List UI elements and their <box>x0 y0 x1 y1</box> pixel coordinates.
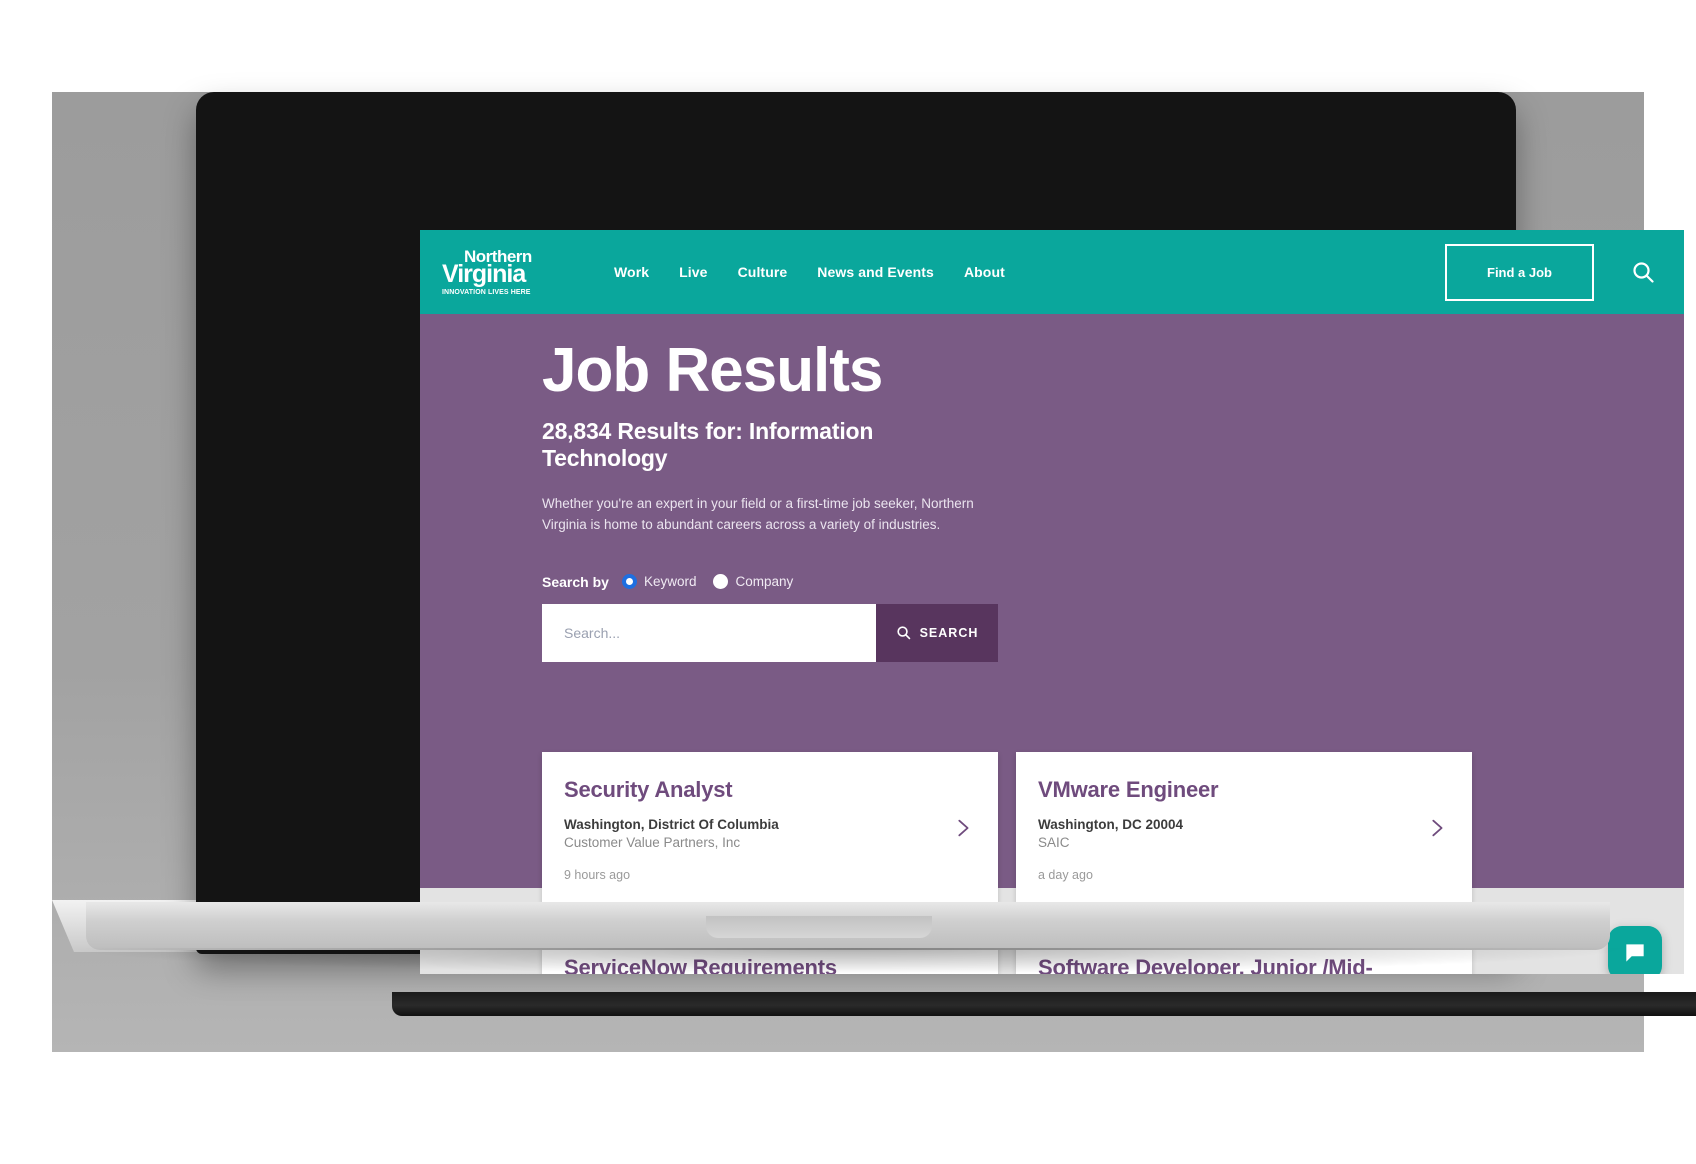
northern-virginia-logo[interactable]: Northern Virginia INNOVATION LIVES HERE <box>442 248 538 296</box>
nav-item-work[interactable]: Work <box>614 264 649 280</box>
job-company: Customer Value Partners, Inc <box>564 834 741 850</box>
find-a-job-button[interactable]: Find a Job <box>1445 243 1594 301</box>
laptop-mockup: Northern Virginia INNOVATION LIVES HERE … <box>0 0 1696 1164</box>
radio-option-keyword[interactable]: Keyword <box>621 574 697 590</box>
laptop-shadow <box>60 948 1636 974</box>
hero-inner: Job Results 28,834 Results for: Informat… <box>420 340 1684 662</box>
job-location: Washington, District Of Columbia <box>564 816 779 832</box>
laptop-lid: Northern Virginia INNOVATION LIVES HERE … <box>196 92 1696 1016</box>
job-card[interactable]: VMware Engineer Washington, DC 20004 SAI… <box>1016 752 1472 904</box>
search-submit-label: SEARCH <box>919 625 979 640</box>
search-submit-button[interactable]: SEARCH <box>876 603 998 662</box>
nav-item-news-and-events[interactable]: News and Events <box>817 264 934 280</box>
logo-line-virginia: Virginia <box>442 260 526 288</box>
laptop-screen: Northern Virginia INNOVATION LIVES HERE … <box>420 230 1684 974</box>
job-posted-time: a day ago <box>1038 867 1093 882</box>
chevron-right-icon[interactable] <box>952 817 974 839</box>
nav-item-about[interactable]: About <box>964 264 1005 280</box>
radio-dot-keyword[interactable] <box>621 574 637 590</box>
search-input[interactable] <box>542 603 876 662</box>
job-location: Washington, DC 20004 <box>1038 816 1184 832</box>
radio-option-company[interactable]: Company <box>713 574 794 590</box>
header-actions: Find a Job <box>1445 243 1684 301</box>
page-title: Job Results <box>542 336 883 405</box>
job-title: VMware Engineer <box>1038 777 1219 802</box>
nav-item-culture[interactable]: Culture <box>738 264 788 280</box>
search-by-label: Search by <box>542 573 609 590</box>
laptop-trackpad-notch <box>706 916 932 938</box>
hero-description: Whether you're an expert in your field o… <box>542 495 974 532</box>
radio-label-company: Company <box>735 574 794 590</box>
results-count-heading: 28,834 Results for: Information Technolo… <box>542 418 874 471</box>
chevron-right-icon[interactable] <box>1426 817 1448 839</box>
website-page: Northern Virginia INNOVATION LIVES HERE … <box>420 230 1684 974</box>
search-icon <box>1633 262 1654 283</box>
search-icon <box>896 626 910 640</box>
laptop-hinge <box>392 992 1696 1016</box>
logo-tagline: INNOVATION LIVES HERE <box>442 289 531 296</box>
search-by-row: Search by Keyword Company <box>542 574 1684 590</box>
nav-item-live[interactable]: Live <box>679 264 707 280</box>
radio-dot-company[interactable] <box>713 574 729 590</box>
header-search-button[interactable] <box>1626 255 1660 289</box>
site-header: Northern Virginia INNOVATION LIVES HERE … <box>420 230 1684 314</box>
job-card[interactable]: Security Analyst Washington, District Of… <box>542 752 998 904</box>
primary-nav: Work Live Culture News and Events About <box>614 264 1005 280</box>
job-posted-time: 9 hours ago <box>564 867 631 882</box>
job-search-form: SEARCH <box>542 603 998 662</box>
job-company: SAIC <box>1038 834 1070 850</box>
job-title: Security Analyst <box>564 777 733 802</box>
radio-label-keyword: Keyword <box>643 574 697 590</box>
